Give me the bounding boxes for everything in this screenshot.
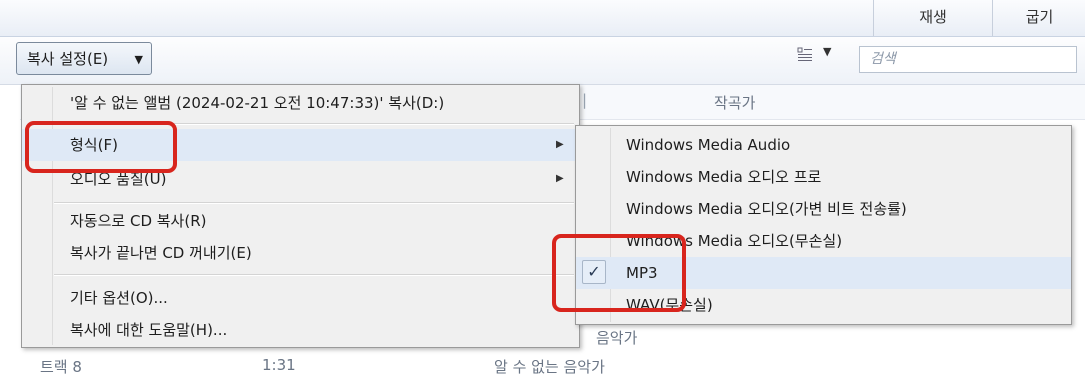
list-item-artist: 알 수 없는 음악가 — [494, 358, 605, 376]
menu-item-rip-help[interactable]: 복사에 대한 도움말(H)... — [22, 314, 579, 346]
menu-item-label: 복사가 끝나면 CD 꺼내기(E) — [70, 244, 252, 262]
list-item-duration: 1:31 — [262, 356, 296, 374]
tab-strip: 재생 굽기 — [0, 0, 1085, 37]
menu-item-label: 복사에 대한 도움말(H)... — [70, 321, 228, 339]
toolbar: 복사 설정(E) ▼ ▼ 검색 — [0, 37, 1085, 85]
list-item-track: 트랙 8 — [40, 358, 82, 376]
column-divider: | — [582, 91, 588, 109]
tab-burn[interactable]: 굽기 — [992, 0, 1085, 36]
tab-play[interactable]: 재생 — [873, 0, 992, 36]
view-options-icon[interactable] — [797, 46, 813, 62]
menu-separator — [54, 274, 574, 276]
annotation-highlight-mp3 — [552, 234, 686, 312]
view-options-dropdown-icon[interactable]: ▼ — [823, 45, 831, 58]
menu-item-label: 자동으로 CD 복사(R) — [70, 212, 207, 230]
list-item-artist: 음악가 — [596, 329, 638, 347]
submenu-item-wma-pro[interactable]: Windows Media 오디오 프로 — [576, 161, 1071, 193]
menu-item-more-options[interactable]: 기타 옵션(O)... — [22, 282, 579, 314]
submenu-arrow-icon: ▶ — [556, 139, 564, 150]
menu-item-eject-after-rip[interactable]: 복사가 끝나면 CD 꺼내기(E) — [22, 237, 579, 269]
menu-item-rip-cd[interactable]: '알 수 없는 앨범 (2024-02-21 오전 10:47:33)' 복사(… — [22, 87, 579, 119]
rip-settings-label: 복사 설정(E) — [27, 50, 109, 68]
rip-settings-button[interactable]: 복사 설정(E) ▼ — [16, 42, 152, 75]
annotation-highlight-format — [25, 121, 177, 173]
submenu-arrow-icon: ▶ — [556, 173, 564, 184]
menu-item-label: 기타 옵션(O)... — [70, 289, 168, 307]
submenu-item-wma-vbr[interactable]: Windows Media 오디오(가변 비트 전송률) — [576, 193, 1071, 225]
menu-separator — [54, 202, 574, 204]
column-composer[interactable]: 작곡가 — [714, 92, 755, 113]
menu-item-auto-rip[interactable]: 자동으로 CD 복사(R) — [22, 205, 579, 237]
menu-item-label: '알 수 없는 앨범 (2024-02-21 오전 10:47:33)' 복사(… — [70, 94, 445, 112]
submenu-item-wma[interactable]: Windows Media Audio — [576, 129, 1071, 161]
search-input[interactable]: 검색 — [859, 46, 1077, 73]
chevron-down-icon: ▼ — [134, 53, 143, 66]
